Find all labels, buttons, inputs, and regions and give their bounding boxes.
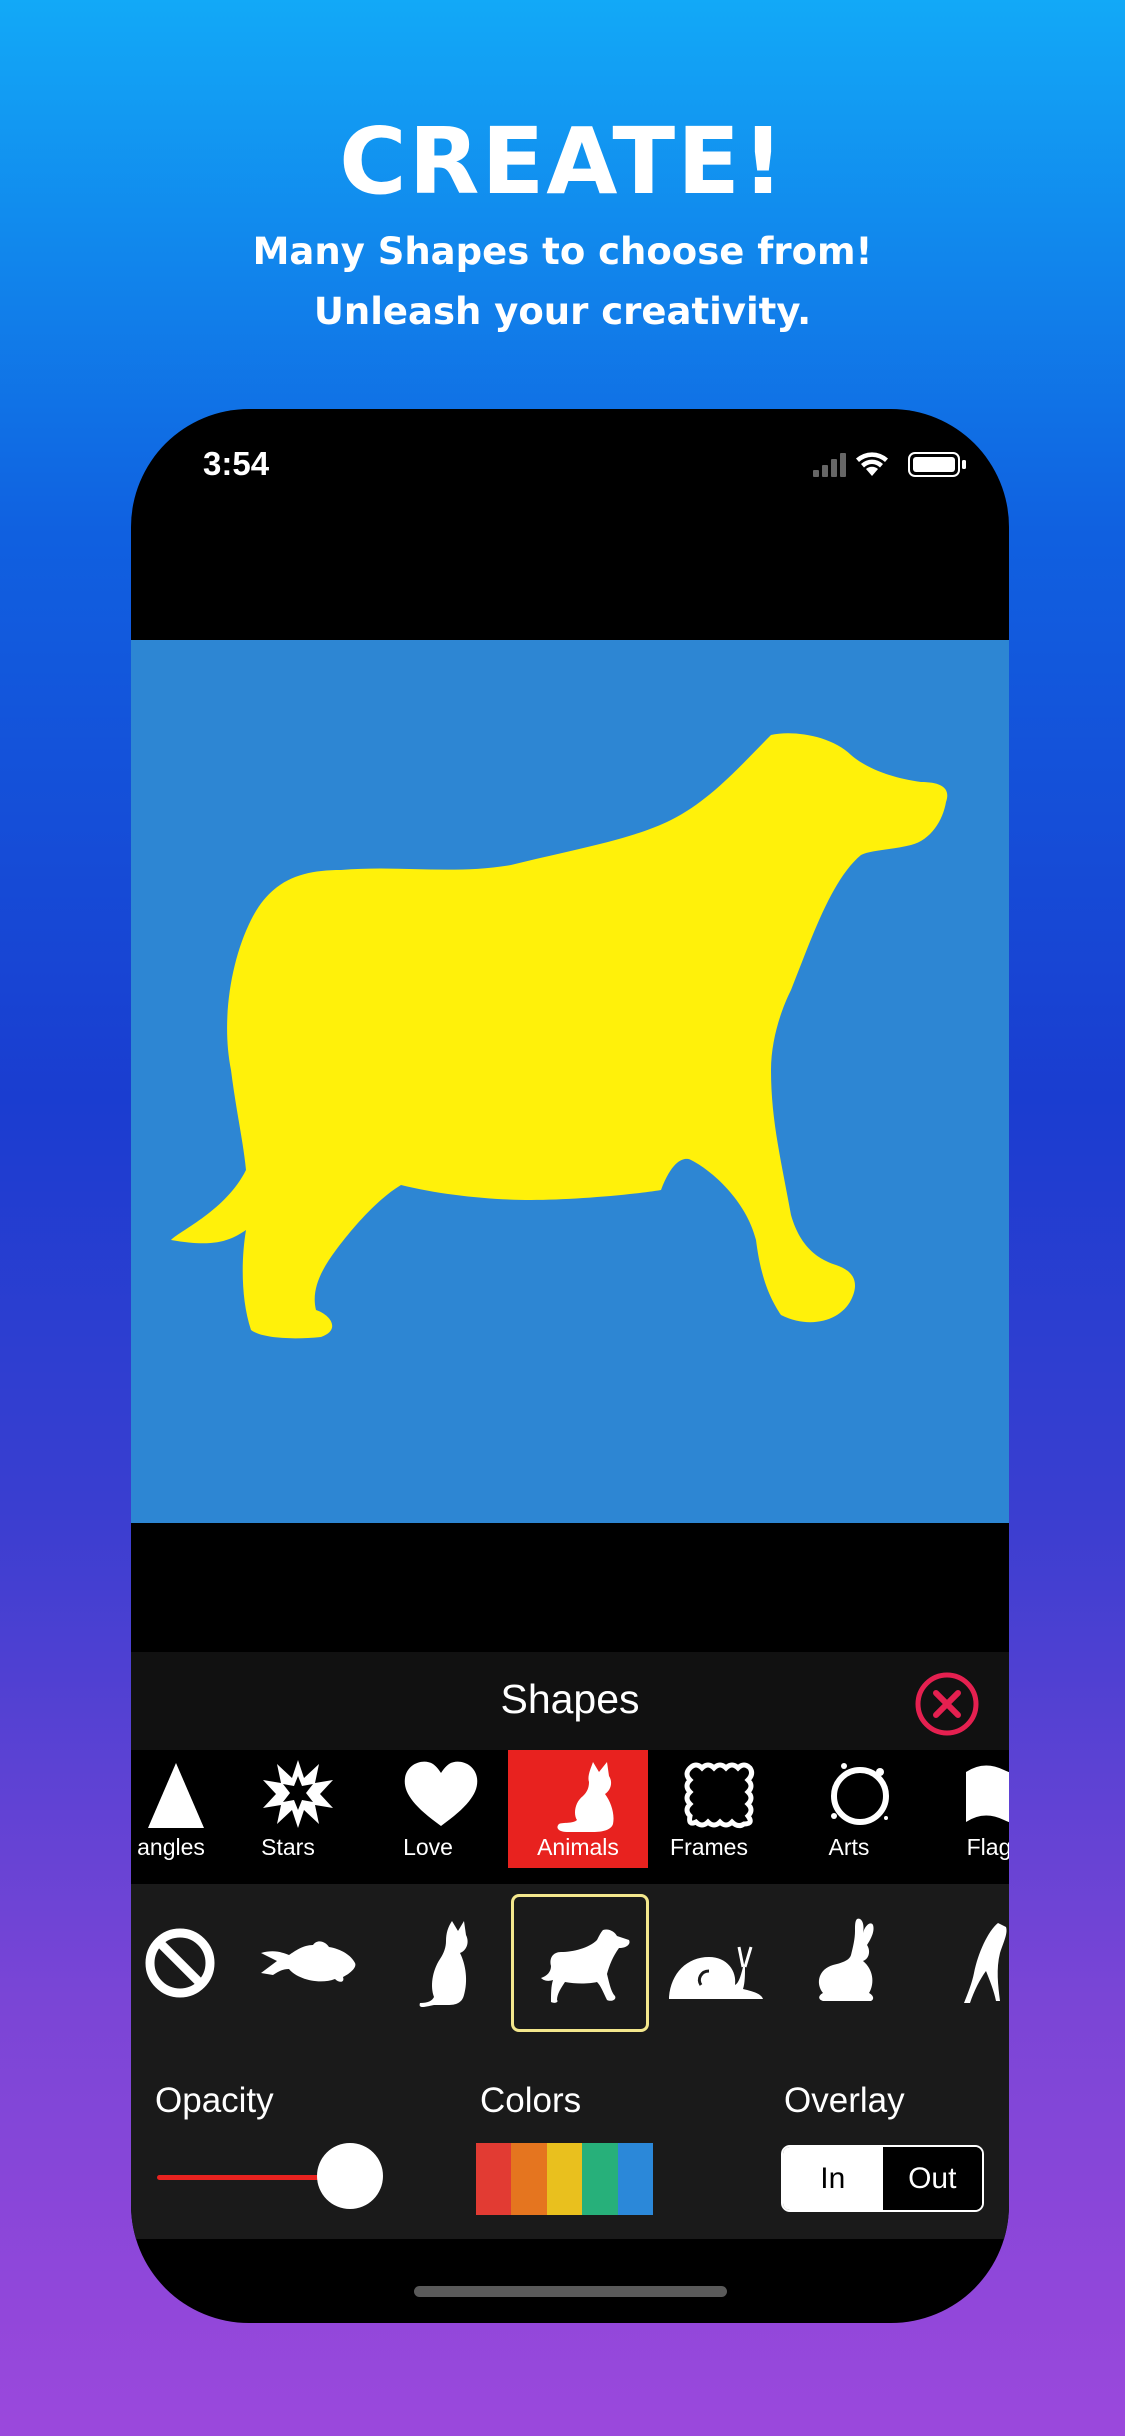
promo-subline-1: Many Shapes to choose from! [252, 230, 873, 273]
category-flags[interactable]: Flag [919, 1750, 1009, 1868]
dog-icon [541, 1929, 630, 2003]
overlay-out-option[interactable]: Out [882, 2147, 982, 2210]
shape-none[interactable] [131, 1894, 249, 2032]
triangle-icon [148, 1763, 204, 1828]
bird-icon [964, 1923, 1007, 2003]
cat-icon [557, 1762, 614, 1832]
category-row: angles Stars Love Animals Frames Arts Fl… [131, 1750, 1009, 1884]
overlay-segmented-control: In Out [781, 2145, 984, 2212]
shapes-panel: Shapes angles Stars Love Animals Frames … [131, 1652, 1009, 2239]
panel-header: Shapes [131, 1652, 1009, 1750]
status-icons [811, 449, 971, 479]
swatch-green[interactable] [582, 2143, 618, 2215]
status-time: 3:54 [203, 445, 270, 482]
color-swatch-strip[interactable] [476, 2143, 654, 2215]
battery-icon [908, 452, 966, 477]
cellular-signal-icon [813, 453, 846, 477]
panel-title: Shapes [500, 1676, 640, 1722]
category-love[interactable]: Love [358, 1750, 498, 1868]
promo-headline: CREATE! [339, 108, 786, 215]
swatch-yellow[interactable] [546, 2143, 583, 2215]
cat-icon [419, 1921, 468, 2007]
shape-fish[interactable] [240, 1894, 378, 2032]
colors-label: Colors [480, 2081, 582, 2120]
rabbit-icon [818, 1918, 874, 2001]
overlay-label: Overlay [784, 2081, 905, 2120]
flag-icon [966, 1765, 1009, 1823]
snail-icon [669, 1946, 763, 1999]
shape-bird[interactable] [919, 1894, 1009, 2032]
swatch-orange[interactable] [511, 2143, 547, 2215]
shape-cat[interactable] [379, 1894, 517, 2032]
heart-icon [404, 1761, 478, 1826]
frame-icon [684, 1762, 755, 1829]
close-button[interactable] [914, 1671, 980, 1737]
promo-subline-2: Unleash your creativity. [313, 290, 812, 333]
opacity-slider-knob[interactable] [317, 2143, 383, 2209]
category-frames[interactable]: Frames [639, 1750, 779, 1868]
shape-rabbit[interactable] [784, 1894, 922, 2032]
fish-icon [261, 1941, 356, 1982]
swatch-red[interactable] [476, 2143, 512, 2215]
phone-frame: 3:54 Shapes angles Stars Love Animals Fr… [131, 409, 1009, 2323]
swatch-blue[interactable] [617, 2143, 654, 2215]
category-stars[interactable]: Stars [218, 1750, 358, 1868]
shape-picker-row [131, 1884, 1009, 2050]
wifi-icon [856, 452, 888, 476]
category-label: Flag [966, 1834, 1009, 1860]
opacity-label: Opacity [155, 2081, 274, 2120]
close-circle-icon [915, 1672, 979, 1736]
shape-dog[interactable] [511, 1894, 649, 2032]
none-icon [145, 1928, 215, 1998]
category-arts[interactable]: Arts [779, 1750, 919, 1868]
edit-canvas[interactable] [131, 640, 1009, 1523]
dog-silhouette-shape[interactable] [131, 640, 1009, 1523]
starburst-icon [263, 1760, 333, 1828]
ink-circle-icon [831, 1763, 889, 1825]
home-indicator[interactable] [414, 2286, 727, 2297]
shape-snail[interactable] [646, 1894, 784, 2032]
overlay-in-option[interactable]: In [783, 2147, 883, 2210]
